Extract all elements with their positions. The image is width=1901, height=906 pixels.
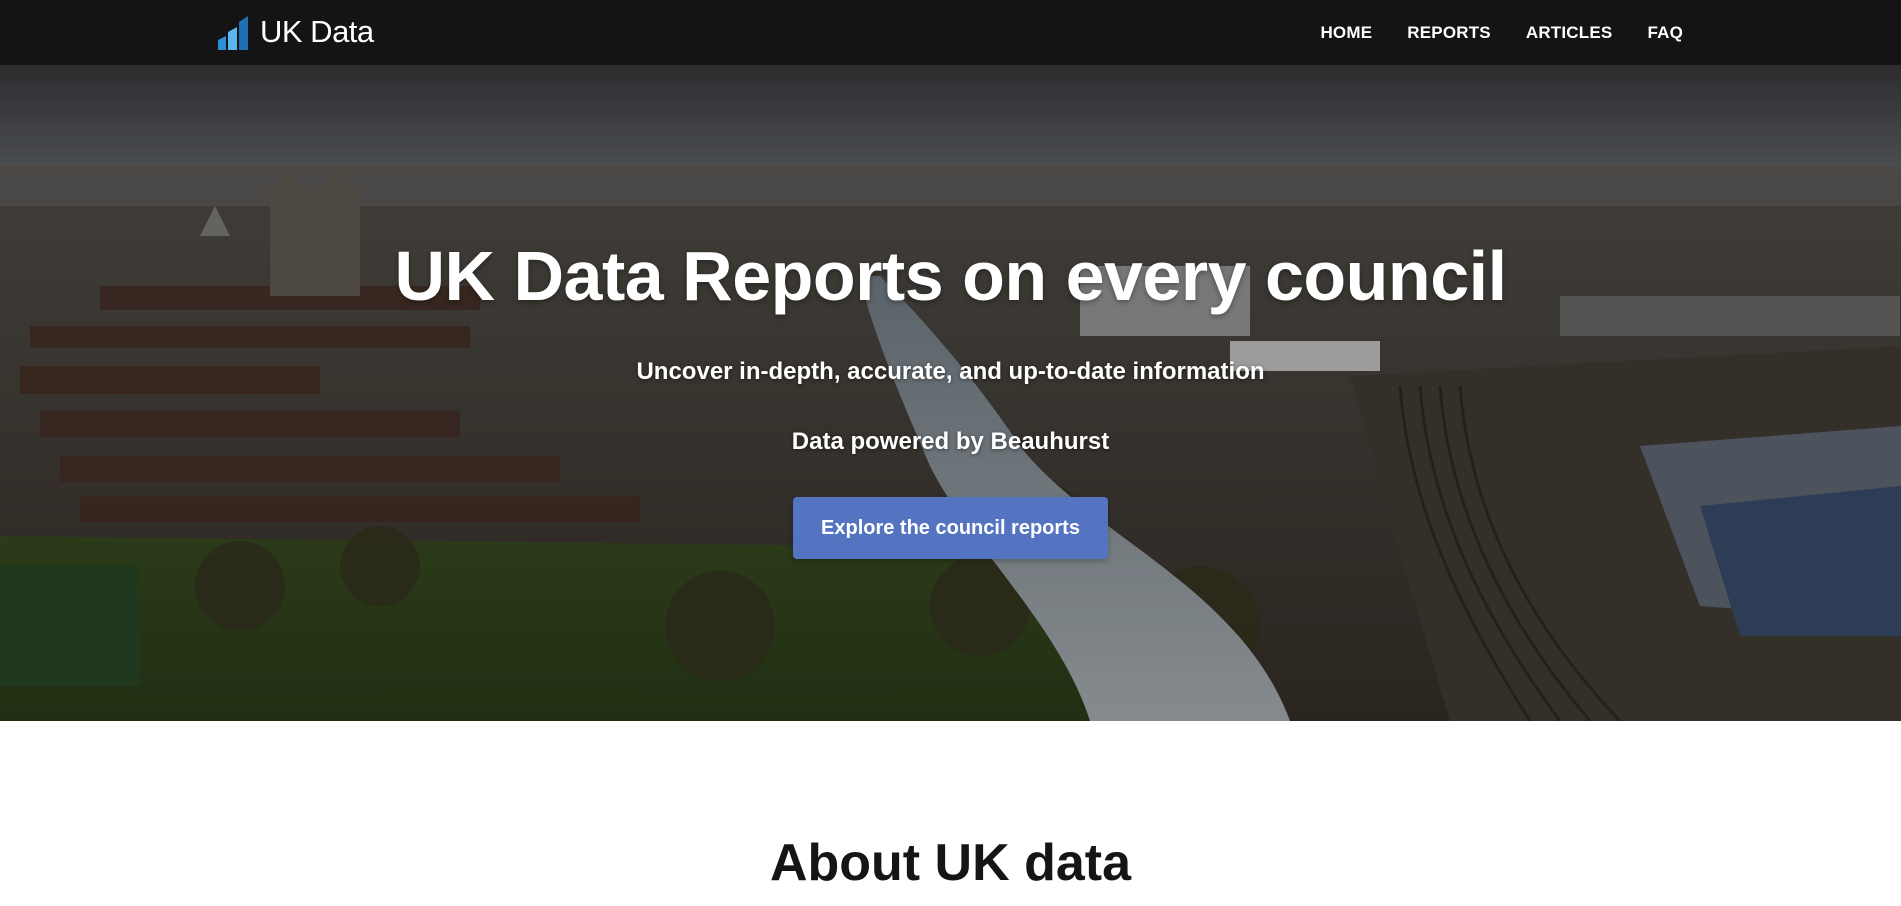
hero-powered-by: Data powered by Beauhurst [791, 428, 1110, 455]
nav-reports[interactable]: REPORTS [1407, 23, 1491, 43]
top-navigation-bar: UK Data HOME REPORTS ARTICLES FAQ [0, 0, 1901, 66]
hero-title: UK Data Reports on every council [394, 237, 1507, 315]
nav-home[interactable]: HOME [1320, 23, 1372, 43]
brand-logo-link[interactable]: UK Data [218, 12, 374, 52]
hero-subtitle: Uncover in-depth, accurate, and up-to-da… [636, 358, 1265, 385]
about-title: About UK data [769, 834, 1132, 892]
main-nav: HOME REPORTS ARTICLES FAQ [1285, 0, 1683, 66]
explore-council-reports-button[interactable]: Explore the council reports [793, 497, 1108, 559]
hero-section: UK Data Reports on every council Uncover… [0, 66, 1901, 721]
nav-faq[interactable]: FAQ [1647, 23, 1683, 43]
about-section: About UK data [0, 721, 1901, 906]
hero-dark-overlay [0, 66, 1901, 721]
nav-articles[interactable]: ARTICLES [1526, 23, 1613, 43]
bar-chart-logo-icon [218, 16, 248, 50]
brand-name: UK Data [260, 14, 374, 49]
